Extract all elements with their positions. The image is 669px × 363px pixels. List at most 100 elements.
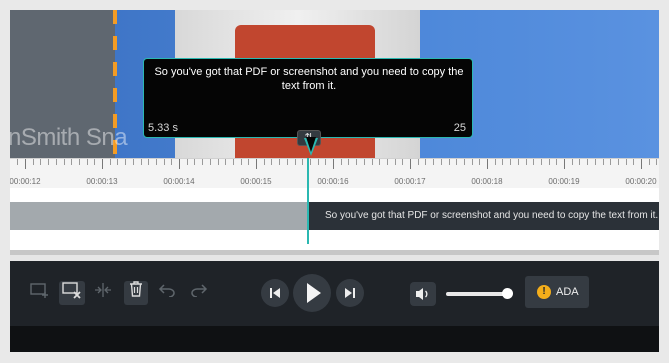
ruler-time-label: 00:00:18 <box>471 177 503 186</box>
ruler-minor-tick <box>479 159 481 165</box>
ruler-minor-tick <box>556 159 558 165</box>
ruler-minor-tick <box>286 159 288 165</box>
timeline-ruler[interactable]: 00:00:12 00:00:13 00:00:14 00:00:15 00:00:16… <box>10 158 659 188</box>
ruler-time-label: 00:00:14 <box>163 177 195 186</box>
ruler-minor-tick <box>155 159 157 165</box>
caption-clip-text: So you've got that PDF or screenshot and… <box>325 210 659 221</box>
skip-forward-icon[interactable] <box>336 279 364 307</box>
ruler-minor-tick <box>602 159 604 165</box>
ruler-minor-tick <box>117 159 119 165</box>
ruler-minor-tick <box>463 159 465 165</box>
skip-back-icon[interactable] <box>261 279 289 307</box>
ruler-time-label: 00:00:20 <box>625 177 657 186</box>
ruler-minor-tick <box>63 159 65 165</box>
ruler-minor-tick <box>325 159 327 165</box>
ruler-minor-tick <box>471 159 473 165</box>
volume-knob[interactable] <box>502 288 513 299</box>
ruler-minor-tick <box>517 159 519 165</box>
ruler-major-tick <box>641 159 642 169</box>
play-icon[interactable] <box>293 274 331 312</box>
ruler-minor-tick <box>186 159 188 165</box>
ruler-minor-tick <box>379 159 381 165</box>
ruler-major-tick <box>256 159 257 169</box>
ruler-minor-tick <box>125 159 127 165</box>
ruler-minor-tick <box>17 159 19 165</box>
playhead[interactable] <box>307 158 309 244</box>
delete-icon[interactable] <box>124 281 148 305</box>
ruler-minor-tick <box>225 159 227 165</box>
ruler-time-label: 00:00:19 <box>548 177 580 186</box>
ruler-minor-tick <box>386 159 388 165</box>
ruler-minor-tick <box>587 159 589 165</box>
ruler-minor-tick <box>271 159 273 165</box>
ruler-minor-tick <box>209 159 211 165</box>
ruler-minor-tick <box>148 159 150 165</box>
ruler-major-tick <box>487 159 488 169</box>
ruler-minor-tick <box>32 159 34 165</box>
ruler-minor-tick <box>140 159 142 165</box>
ruler-minor-tick <box>533 159 535 165</box>
warning-icon: ! <box>537 285 551 299</box>
ruler-minor-tick <box>425 159 427 165</box>
caption-popup[interactable]: So you've got that PDF or screenshot and… <box>143 58 473 146</box>
ruler-time-label: 00:00:15 <box>240 177 272 186</box>
volume-icon[interactable] <box>410 282 436 306</box>
undo-icon[interactable] <box>156 282 178 304</box>
ruler-minor-tick <box>340 159 342 165</box>
ruler-minor-tick <box>194 159 196 165</box>
bottom-toolbar: ! ADA <box>10 261 659 326</box>
ruler-minor-tick <box>617 159 619 165</box>
ruler-minor-tick <box>48 159 50 165</box>
ruler-major-tick <box>179 159 180 169</box>
ruler-major-tick <box>102 159 103 169</box>
bottom-bar <box>10 326 659 352</box>
ruler-minor-tick <box>394 159 396 165</box>
ruler-minor-tick <box>71 159 73 165</box>
ruler-minor-tick <box>348 159 350 165</box>
ruler-minor-tick <box>294 159 296 165</box>
caption-editor: nSmith Sna So you've got that PDF or scr… <box>10 10 659 352</box>
ruler-minor-tick <box>594 159 596 165</box>
ruler-minor-tick <box>94 159 96 165</box>
ruler-minor-tick <box>548 159 550 165</box>
ruler-minor-tick <box>109 159 111 165</box>
ruler-time-label: 00:00:13 <box>86 177 118 186</box>
caption-duration: 5.33 s <box>148 122 178 134</box>
ruler-major-tick <box>333 159 334 169</box>
split-icon[interactable] <box>92 282 114 304</box>
remove-caption-icon[interactable] <box>59 281 85 305</box>
ruler-minor-tick <box>78 159 80 165</box>
ruler-minor-tick <box>55 159 57 165</box>
add-caption-icon[interactable] <box>29 282 51 304</box>
ruler-minor-tick <box>417 159 419 165</box>
ruler-minor-tick <box>494 159 496 165</box>
ruler-major-tick <box>25 159 26 169</box>
ruler-minor-tick <box>248 159 250 165</box>
previous-caption-clip[interactable] <box>10 202 308 230</box>
caption-clip[interactable]: So you've got that PDF or screenshot and… <box>309 202 659 230</box>
ruler-minor-tick <box>171 159 173 165</box>
ruler-minor-tick <box>240 159 242 165</box>
ruler-minor-tick <box>648 159 650 165</box>
ruler-minor-tick <box>279 159 281 165</box>
ada-button[interactable]: ! ADA <box>525 276 589 308</box>
caption-char-count: 25 <box>453 122 466 134</box>
ruler-minor-tick <box>217 159 219 165</box>
ruler-time-label: 00:00:12 <box>10 177 41 186</box>
redo-icon[interactable] <box>188 282 210 304</box>
ruler-minor-tick <box>525 159 527 165</box>
ada-label: ADA <box>556 286 579 298</box>
track-spacer <box>10 188 659 202</box>
ruler-minor-tick <box>440 159 442 165</box>
ruler-minor-tick <box>86 159 88 165</box>
ruler-minor-tick <box>540 159 542 165</box>
ruler-major-tick <box>410 159 411 169</box>
ruler-minor-tick <box>502 159 504 165</box>
ruler-minor-tick <box>163 159 165 165</box>
volume-slider[interactable] <box>446 292 506 296</box>
ruler-minor-tick <box>625 159 627 165</box>
ruler-minor-tick <box>610 159 612 165</box>
ruler-minor-tick <box>202 159 204 165</box>
ruler-minor-tick <box>132 159 134 165</box>
caption-popup-text[interactable]: So you've got that PDF or screenshot and… <box>152 65 466 93</box>
